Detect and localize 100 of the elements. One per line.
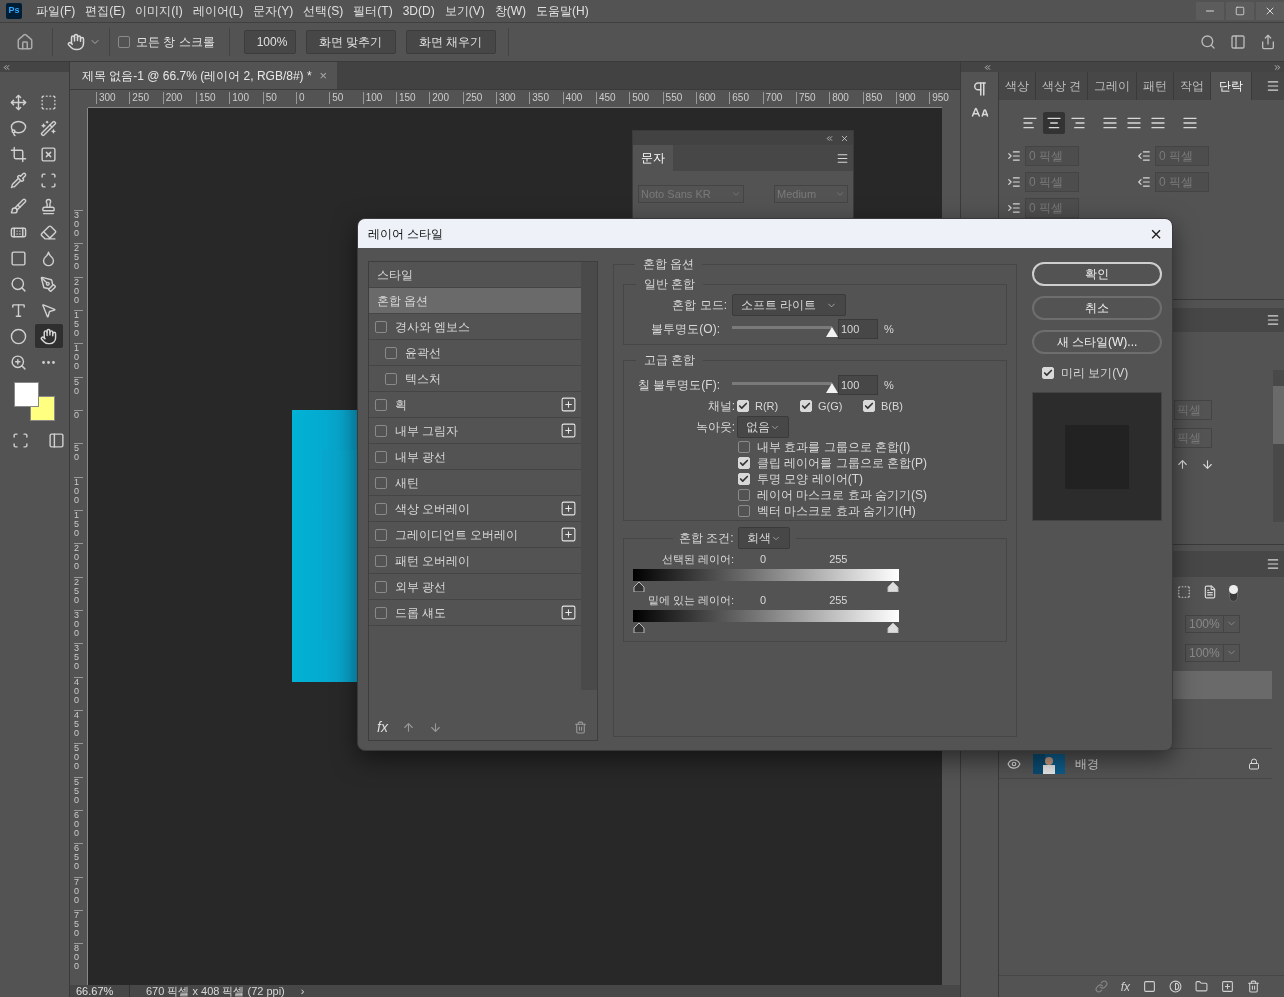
marquee-tool[interactable]: [40, 93, 57, 111]
checkbox[interactable]: [375, 528, 387, 541]
style-list-item[interactable]: 색상 오버레이: [395, 499, 471, 518]
input-field[interactable]: 100: [838, 375, 878, 395]
checkbox[interactable]: [375, 554, 387, 567]
style-list-item[interactable]: 패턴 오버레이: [395, 551, 471, 570]
checkbox[interactable]: [385, 346, 397, 359]
quick-mask-icon[interactable]: [12, 431, 30, 449]
style-list-item[interactable]: 내부 광선: [395, 447, 447, 466]
panel-tab[interactable]: 색상: [999, 72, 1036, 100]
droplet-tool[interactable]: [40, 249, 57, 267]
screen-mode-icon[interactable]: [47, 431, 65, 449]
dodge-tool[interactable]: [9, 275, 27, 293]
add-icon[interactable]: [560, 422, 577, 439]
add-icon[interactable]: [560, 500, 577, 517]
eraser-tool[interactable]: [40, 223, 57, 241]
style-list-item[interactable]: 텍스처: [405, 369, 441, 388]
checkbox[interactable]: [375, 606, 387, 619]
app-logo[interactable]: Ps: [6, 3, 22, 19]
style-list-item[interactable]: 드롭 섀도: [395, 603, 447, 622]
document-tab[interactable]: 제목 없음-1 @ 66.7% (레이어 2, RGB/8#) * ×: [70, 62, 338, 89]
toolbar-button[interactable]: 화면 채우기: [405, 30, 496, 54]
status-arrow[interactable]: ›: [300, 985, 305, 997]
zoom-tool[interactable]: [9, 353, 27, 371]
style-list-item[interactable]: 경사와 엠보스: [395, 317, 471, 336]
hand-tool[interactable]: [34, 324, 63, 348]
scan-tool[interactable]: [40, 171, 57, 189]
type-tool[interactable]: [9, 301, 27, 319]
checkbox[interactable]: [375, 320, 387, 333]
eyedropper-tool[interactable]: [9, 171, 27, 189]
scrollbar[interactable]: [1273, 370, 1284, 522]
panel-tab[interactable]: 문자: [633, 145, 673, 171]
style-list-item[interactable]: 그레이디언트 오버레이: [395, 525, 519, 544]
menu-item[interactable]: 파일(F): [36, 2, 76, 20]
crop-tool[interactable]: [9, 145, 27, 163]
close-button[interactable]: [1256, 2, 1284, 20]
transform-icon[interactable]: [1177, 585, 1191, 599]
panel-tab[interactable]: 그레이: [1088, 72, 1138, 100]
menu-item[interactable]: 문자(Y): [253, 2, 294, 20]
zoom-level[interactable]: 66.67%: [70, 985, 130, 997]
trash-icon[interactable]: [1247, 980, 1260, 993]
menu-icon[interactable]: [836, 152, 849, 165]
menu-item[interactable]: 선택(S): [303, 2, 344, 20]
layer-name[interactable]: 배경: [1075, 754, 1099, 773]
new-layer-icon[interactable]: [1221, 980, 1234, 993]
checkbox[interactable]: [375, 398, 387, 411]
mask-icon[interactable]: [1143, 980, 1156, 993]
checkbox[interactable]: [385, 372, 397, 385]
fx-button[interactable]: fx: [1120, 977, 1130, 996]
checkbox[interactable]: [738, 489, 750, 501]
style-list-item[interactable]: 획: [395, 395, 407, 414]
toolbar-button[interactable]: 화면 맞추기: [305, 30, 396, 54]
pointer-tool[interactable]: [40, 301, 57, 319]
scrollbar[interactable]: [581, 262, 597, 690]
dropdown[interactable]: 없음: [737, 416, 789, 438]
checkbox[interactable]: [375, 424, 387, 437]
wand-tool[interactable]: [40, 119, 57, 137]
align-button[interactable]: [1043, 112, 1065, 134]
checkbox[interactable]: [375, 502, 387, 515]
close-tab-icon[interactable]: ×: [319, 65, 328, 86]
dropdown[interactable]: 회색: [737, 527, 790, 549]
checkbox[interactable]: [118, 36, 130, 48]
panel-tab[interactable]: 색상 견: [1036, 72, 1089, 100]
hand-icon[interactable]: [67, 33, 85, 51]
menu-item[interactable]: 창(W): [494, 2, 526, 20]
search-icon[interactable]: [1200, 34, 1216, 50]
move-up-icon[interactable]: [401, 720, 415, 734]
slider-thumb[interactable]: [826, 382, 838, 393]
gradient-tool[interactable]: [9, 249, 27, 267]
style-list-item[interactable]: 윤곽선: [405, 343, 441, 362]
style-list-item[interactable]: 내부 그림자: [395, 421, 459, 440]
maximize-button[interactable]: [1226, 2, 1254, 20]
close-icon[interactable]: ×: [1150, 223, 1162, 244]
input-field[interactable]: 100: [838, 319, 878, 339]
dropdown[interactable]: 소프트 라이트: [732, 294, 846, 316]
share-icon[interactable]: [1260, 34, 1276, 50]
toggle-icon[interactable]: [1229, 585, 1238, 602]
adjustment-icon[interactable]: [1169, 980, 1182, 993]
menu-item[interactable]: 도움말(H): [536, 2, 589, 20]
visibility-icon[interactable]: [1007, 756, 1021, 771]
panel-tab[interactable]: 단락: [1211, 72, 1253, 100]
panel-tab[interactable]: 패턴: [1137, 72, 1175, 100]
checkbox[interactable]: [375, 476, 387, 489]
add-icon[interactable]: [560, 396, 577, 413]
menu-icon[interactable]: [1266, 79, 1280, 93]
style-list-item[interactable]: 혼합 옵션: [369, 288, 581, 314]
style-list-item[interactable]: 외부 광선: [395, 577, 447, 596]
dialog-button[interactable]: 새 스타일(W)...: [1032, 330, 1162, 354]
menu-item[interactable]: 편집(E): [85, 2, 126, 20]
menu-icon[interactable]: [1266, 313, 1280, 327]
workspace-icon[interactable]: [1230, 34, 1246, 50]
add-icon[interactable]: [560, 604, 577, 621]
spacing-icon[interactable]: [1176, 458, 1189, 471]
pen-tool[interactable]: [40, 275, 57, 293]
dialog-button[interactable]: 확인: [1032, 262, 1162, 286]
slider-thumb[interactable]: [826, 326, 838, 337]
checkbox[interactable]: [375, 580, 387, 593]
expand-icon[interactable]: [1273, 62, 1282, 72]
fx-button[interactable]: fx: [377, 716, 388, 738]
checkbox[interactable]: [738, 441, 750, 453]
